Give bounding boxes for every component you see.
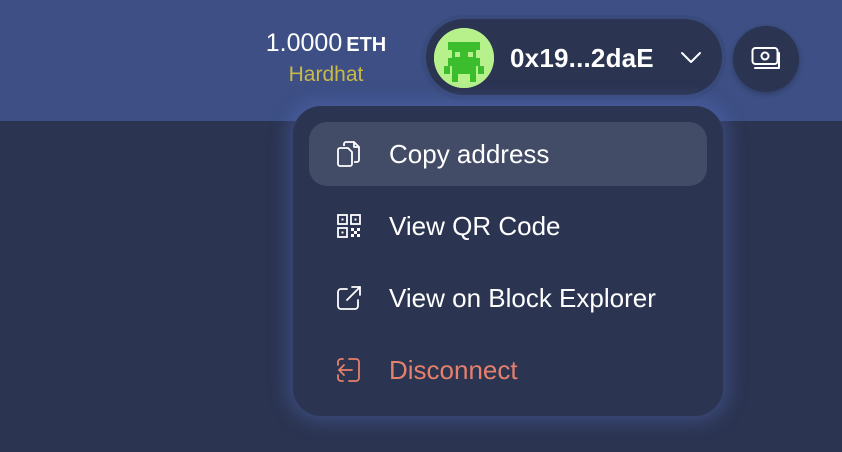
menu-item-copy-address[interactable]: Copy address (309, 122, 707, 186)
wallet-button[interactable] (733, 26, 799, 92)
account-address: 0x19...2daE (510, 43, 654, 73)
menu-item-label: View on Block Explorer (389, 283, 656, 313)
external-link-icon (337, 286, 361, 310)
account-button[interactable]: 0x19...2daE (426, 19, 722, 95)
balance-unit: ETH (346, 34, 387, 56)
qr-code-icon (337, 214, 361, 238)
menu-item-label: Disconnect (389, 355, 518, 385)
menu-item-label: View QR Code (389, 211, 561, 241)
balance-display: 1.0000 ETH (240, 28, 412, 60)
logout-icon (337, 358, 360, 382)
wallet-cash-icon (751, 47, 780, 69)
chevron-down-icon (681, 52, 701, 63)
copy-icon (337, 141, 360, 167)
balance-amount: 1.0000 (265, 29, 343, 57)
menu-item-view-block-explorer[interactable]: View on Block Explorer (309, 266, 707, 330)
menu-item-label: Copy address (389, 139, 550, 169)
network-name: Hardhat (288, 63, 364, 86)
balance-block: 1.0000 ETH Hardhat (240, 28, 412, 89)
menu-item-disconnect[interactable]: Disconnect (309, 338, 707, 402)
top-header: 1.0000 ETH Hardhat 0x19...2daE (0, 0, 842, 121)
menu-item-view-qr-code[interactable]: View QR Code (309, 194, 707, 258)
pixel-avatar-icon (434, 28, 494, 88)
account-dropdown-menu: Copy address View QR Code View on Block … (293, 106, 723, 416)
